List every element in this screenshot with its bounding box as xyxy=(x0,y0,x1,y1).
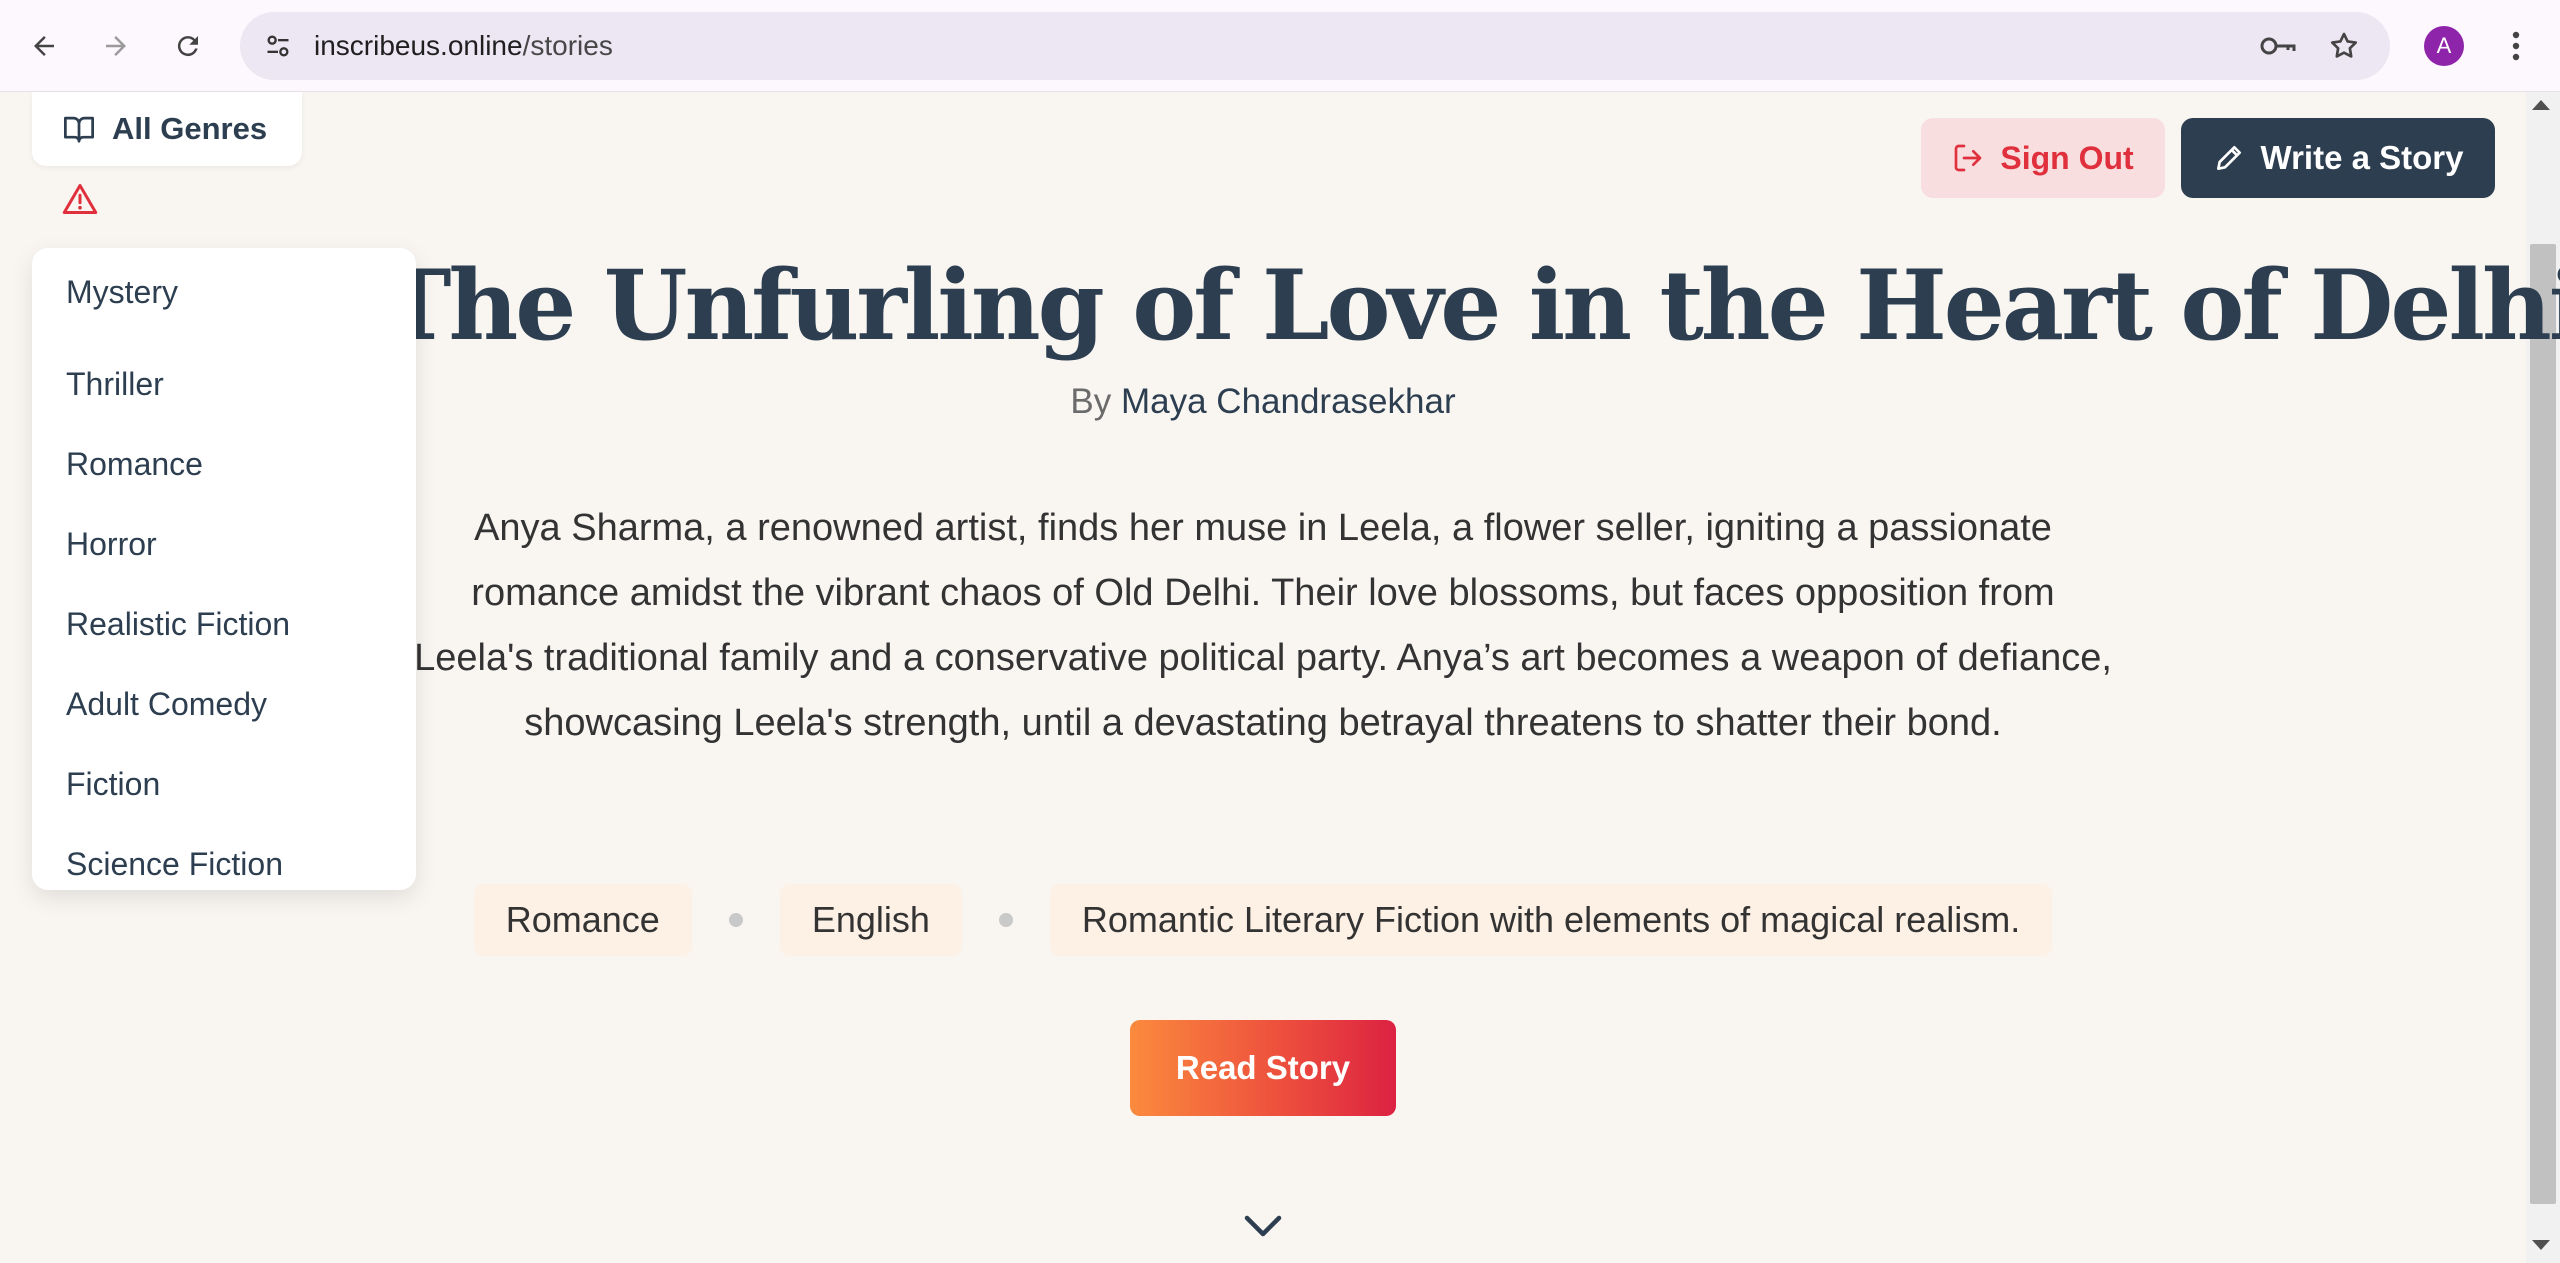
tag-separator xyxy=(728,913,743,927)
tag-style: Romantic Literary Fiction with elements … xyxy=(1049,884,2053,956)
book-open-icon xyxy=(63,116,94,143)
byline-prefix: By xyxy=(1070,382,1112,421)
tag-separator xyxy=(998,913,1013,927)
warning-icon xyxy=(62,184,98,214)
read-story-button[interactable]: Read Story xyxy=(1130,1020,1396,1116)
genre-option-thriller[interactable]: Thriller xyxy=(32,344,416,424)
sign-out-label: Sign Out xyxy=(2000,139,2134,176)
site-settings-icon[interactable] xyxy=(258,26,298,66)
genre-option-adult-comedy[interactable]: Adult Comedy xyxy=(32,664,416,744)
pencil-icon xyxy=(2216,146,2241,170)
tag-genre: Romance xyxy=(473,884,692,956)
genre-option-science-fiction[interactable]: Science Fiction xyxy=(32,824,416,904)
scrollbar-thumb[interactable] xyxy=(2530,244,2556,1204)
url-text: inscribeus.online/stories xyxy=(314,30,613,62)
address-bar[interactable]: inscribeus.online/stories xyxy=(240,12,2390,80)
scroll-up-arrow-icon[interactable] xyxy=(2532,100,2550,110)
genre-option-realistic-fiction[interactable]: Realistic Fiction xyxy=(32,584,416,664)
reload-icon[interactable] xyxy=(164,22,212,70)
url-path: /stories xyxy=(522,30,613,61)
sign-out-button[interactable]: Sign Out xyxy=(1921,118,2165,198)
tag-language: English xyxy=(779,884,962,956)
genre-option-horror[interactable]: Horror xyxy=(32,504,416,584)
sign-out-icon xyxy=(1955,144,1982,172)
profile-initial: A xyxy=(2436,33,2452,58)
url-domain: inscribeus.online xyxy=(314,30,523,61)
story-summary: Anya Sharma, a renowned artist, finds he… xyxy=(414,507,2112,744)
write-story-button[interactable]: Write a Story xyxy=(2181,118,2495,198)
story-author: Maya Chandrasekhar xyxy=(1120,382,1456,421)
scroll-down-arrow-icon[interactable] xyxy=(2532,1240,2550,1250)
forward-arrow-icon[interactable] xyxy=(92,22,140,70)
genre-option-fiction[interactable]: Fiction xyxy=(32,744,416,824)
genre-dropdown-menu: Mystery Thriller Romance Horror Realisti… xyxy=(32,248,416,890)
bookmark-star-icon[interactable] xyxy=(2324,26,2364,66)
menu-kebab-icon[interactable] xyxy=(2496,22,2536,70)
profile-avatar[interactable]: A xyxy=(2424,26,2464,66)
genre-option-mystery[interactable]: Mystery xyxy=(32,264,416,320)
read-story-label: Read Story xyxy=(1175,1049,1351,1086)
story-title: The Unfurling of Love in the Heart of De… xyxy=(380,249,2560,362)
write-story-label: Write a Story xyxy=(2260,139,2464,176)
chevron-down-icon[interactable] xyxy=(1243,1212,1283,1240)
back-arrow-icon[interactable] xyxy=(20,22,68,70)
all-genres-button[interactable]: All Genres xyxy=(32,92,302,166)
password-key-icon[interactable] xyxy=(2258,26,2298,66)
all-genres-label: All Genres xyxy=(112,111,268,146)
genre-option-romance[interactable]: Romance xyxy=(32,424,416,504)
browser-toolbar: inscribeus.online/stories A xyxy=(0,0,2560,92)
